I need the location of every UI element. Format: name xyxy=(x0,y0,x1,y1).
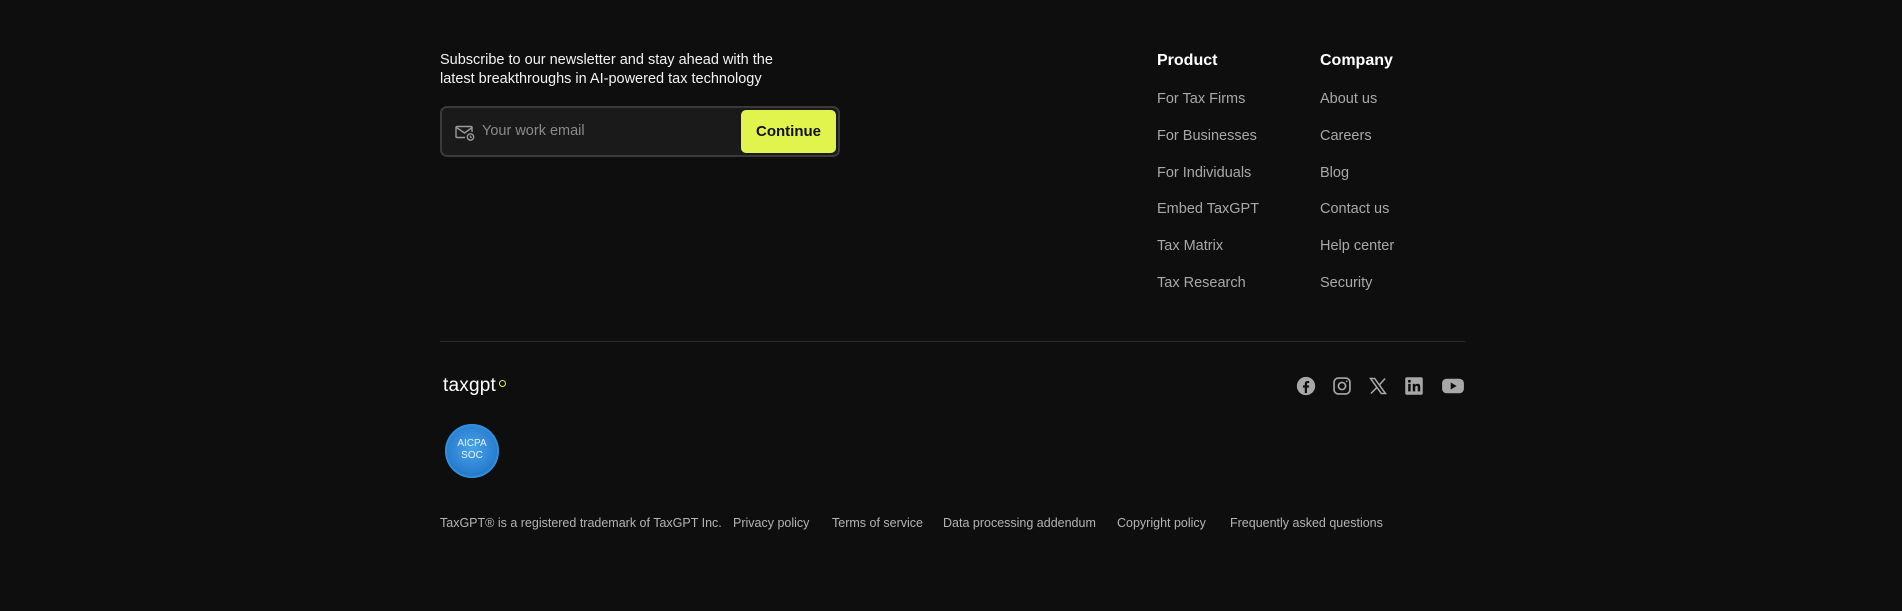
privacy-policy-link[interactable]: Privacy policy xyxy=(733,516,809,530)
footer-link-for-individuals[interactable]: For Individuals xyxy=(1157,165,1259,183)
footer-link-for-tax-firms[interactable]: For Tax Firms xyxy=(1157,91,1259,109)
continue-button[interactable]: Continue xyxy=(741,110,836,153)
data-processing-addendum-link[interactable]: Data processing addendum xyxy=(943,516,1096,530)
newsletter-form: Continue xyxy=(440,106,840,157)
badge-line-soc: SOC xyxy=(461,450,483,461)
site-footer: Subscribe to our newsletter and stay ahe… xyxy=(440,0,1465,611)
trademark-notice: TaxGPT® is a registered trademark of Tax… xyxy=(440,516,722,530)
faq-link[interactable]: Frequently asked questions xyxy=(1230,516,1383,530)
logo-accent-dot xyxy=(499,380,506,387)
youtube-icon[interactable] xyxy=(1441,376,1465,396)
footer-link-careers[interactable]: Careers xyxy=(1320,128,1394,146)
footer-divider xyxy=(440,341,1465,342)
footer-link-embed-taxgpt[interactable]: Embed TaxGPT xyxy=(1157,201,1259,219)
product-column: Product For Tax Firms For Businesses For… xyxy=(1157,52,1259,312)
copyright-policy-link[interactable]: Copyright policy xyxy=(1117,516,1206,530)
facebook-icon[interactable] xyxy=(1296,376,1316,396)
badge-line-aicpa: AICPA xyxy=(457,438,487,449)
newsletter-text: Subscribe to our newsletter and stay ahe… xyxy=(440,52,773,87)
email-input[interactable] xyxy=(482,116,722,146)
footer-link-tax-research[interactable]: Tax Research xyxy=(1157,275,1259,293)
terms-of-service-link[interactable]: Terms of service xyxy=(832,516,923,530)
linkedin-icon[interactable] xyxy=(1404,376,1424,396)
company-column: Company About us Careers Blog Contact us… xyxy=(1320,52,1394,312)
mail-icon xyxy=(455,125,475,141)
taxgpt-logo[interactable]: taxgpt xyxy=(443,375,506,397)
aicpa-soc-badge: AICPA SOC xyxy=(445,424,499,478)
footer-link-for-businesses[interactable]: For Businesses xyxy=(1157,128,1259,146)
product-column-title: Product xyxy=(1157,52,1218,69)
footer-link-about-us[interactable]: About us xyxy=(1320,91,1394,109)
footer-link-security[interactable]: Security xyxy=(1320,275,1394,293)
footer-link-tax-matrix[interactable]: Tax Matrix xyxy=(1157,238,1259,256)
logo-text: taxgpt xyxy=(443,375,496,396)
footer-link-blog[interactable]: Blog xyxy=(1320,165,1394,183)
instagram-icon[interactable] xyxy=(1332,376,1352,396)
footer-link-help-center[interactable]: Help center xyxy=(1320,238,1394,256)
x-icon[interactable] xyxy=(1368,376,1388,396)
social-links xyxy=(1296,376,1465,396)
footer-link-contact-us[interactable]: Contact us xyxy=(1320,201,1394,219)
company-column-title: Company xyxy=(1320,52,1393,69)
